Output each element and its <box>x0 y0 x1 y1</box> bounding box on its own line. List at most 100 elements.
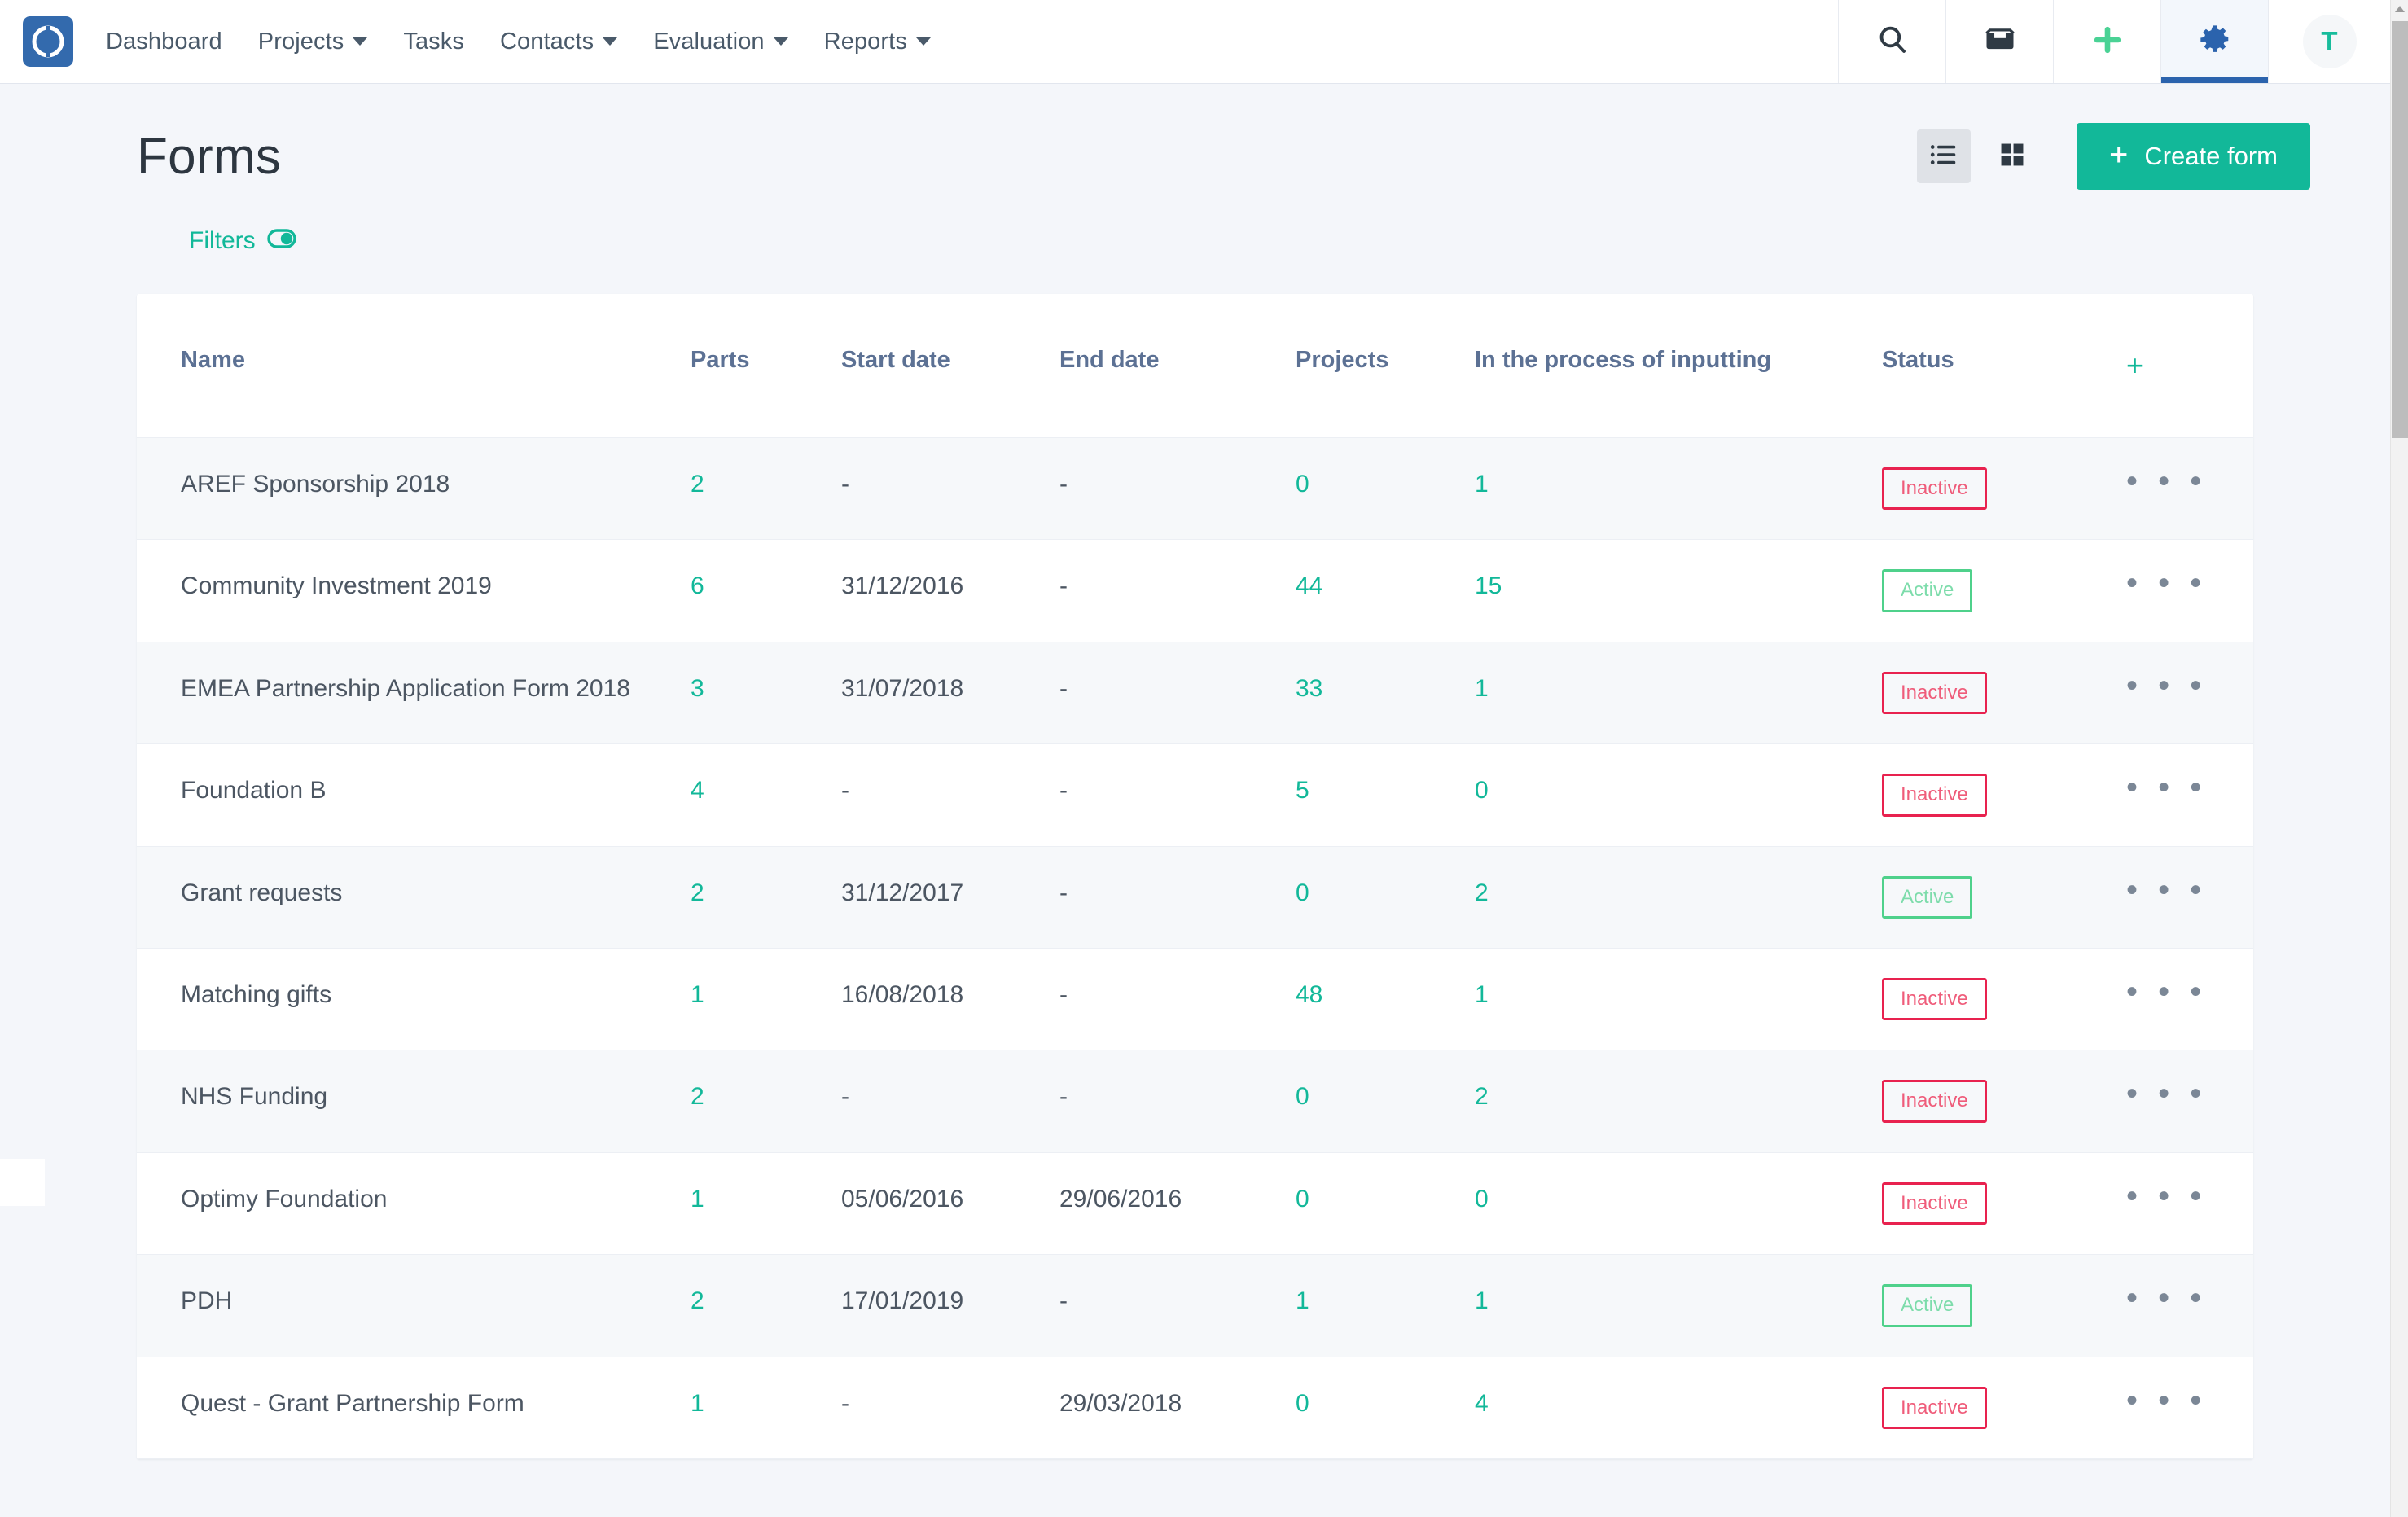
row-menu-ellipsis-icon[interactable]: • • • <box>2126 567 2207 599</box>
status-badge[interactable]: Inactive <box>1882 1182 1987 1225</box>
row-menu-ellipsis-icon[interactable]: • • • <box>2126 976 2207 1008</box>
row-menu-ellipsis-icon[interactable]: • • • <box>2126 874 2207 906</box>
inbox-button[interactable] <box>1945 0 2053 83</box>
cell-end-date-text: - <box>1059 879 1068 906</box>
optimy-ring-logo-icon[interactable] <box>23 16 73 67</box>
add-column-button[interactable]: + <box>2126 294 2253 439</box>
status-badge[interactable]: Inactive <box>1882 978 1987 1021</box>
search-button[interactable] <box>1838 0 1945 83</box>
cell-name: Optimy Foundation <box>137 1152 691 1256</box>
settings-button[interactable] <box>2160 0 2268 83</box>
cell-parts[interactable]: 1 <box>691 1152 841 1256</box>
status-badge[interactable]: Active <box>1882 875 1973 919</box>
cell-start-date: - <box>841 437 1059 541</box>
status-badge[interactable]: Inactive <box>1882 1386 1987 1429</box>
row-menu-ellipsis-icon[interactable]: • • • <box>2126 1282 2207 1314</box>
column-header-status[interactable]: Status <box>1882 294 2126 439</box>
cell-in-process[interactable]: 2 <box>1475 846 1882 949</box>
cell-in-process[interactable]: 1 <box>1475 1254 1882 1357</box>
add-button[interactable] <box>2053 0 2160 83</box>
cell-in-process[interactable]: 0 <box>1475 1152 1882 1256</box>
row-menu-ellipsis-icon[interactable]: • • • <box>2126 1077 2207 1110</box>
avatar[interactable]: T <box>2302 15 2357 68</box>
cell-projects[interactable]: 0 <box>1296 1357 1475 1459</box>
column-header-end-date[interactable]: End date <box>1059 294 1296 439</box>
scroll-thumb[interactable] <box>2392 21 2408 438</box>
cell-parts[interactable]: 2 <box>691 1254 841 1357</box>
table-row[interactable]: Quest - Grant Partnership Form 1 - 29/03/20… <box>137 1357 2253 1459</box>
status-badge[interactable]: Active <box>1882 569 1973 612</box>
cell-parts[interactable]: 1 <box>691 1357 841 1459</box>
cell-projects[interactable]: 0 <box>1296 1050 1475 1153</box>
status-badge[interactable]: Inactive <box>1882 1080 1987 1123</box>
user-menu[interactable]: T <box>2268 0 2390 83</box>
cell-projects[interactable]: 0 <box>1296 1152 1475 1256</box>
cell-projects[interactable]: 0 <box>1296 846 1475 949</box>
vertical-scrollbar[interactable] <box>2390 0 2408 1517</box>
cell-in-process[interactable]: 0 <box>1475 743 1882 847</box>
cell-projects-text: 0 <box>1296 1389 1309 1417</box>
cell-parts[interactable]: 2 <box>691 1050 841 1153</box>
cell-projects[interactable]: 0 <box>1296 437 1475 541</box>
cell-projects[interactable]: 33 <box>1296 642 1475 745</box>
cell-in-process[interactable]: 1 <box>1475 948 1882 1051</box>
cell-end-date: - <box>1059 743 1296 847</box>
table-row[interactable]: PDH 2 17/01/2019 - 1 1 Active • • • <box>137 1254 2253 1357</box>
create-form-button[interactable]: + Create form <box>2076 123 2310 190</box>
row-menu-ellipsis-icon[interactable]: • • • <box>2126 465 2207 498</box>
column-header-start-date[interactable]: Start date <box>841 294 1059 439</box>
cell-start-date-text: - <box>841 471 849 498</box>
cell-status: Inactive <box>1882 948 2126 1051</box>
cell-parts[interactable]: 2 <box>691 437 841 541</box>
table-row[interactable]: Foundation B 4 - - 5 0 Inactive • • • <box>137 743 2253 847</box>
status-badge[interactable]: Inactive <box>1882 774 1987 817</box>
grid-view-toggle[interactable] <box>1985 129 2039 183</box>
table-row[interactable]: AREF Sponsorship 2018 2 - - 0 1 Inactive • • • <box>137 437 2253 541</box>
cell-in-process[interactable]: 2 <box>1475 1050 1882 1153</box>
filters-toggle[interactable]: Filters <box>189 227 296 255</box>
cell-projects[interactable]: 44 <box>1296 539 1475 642</box>
nav-item-reports[interactable]: Reports <box>806 0 949 84</box>
status-badge[interactable]: Inactive <box>1882 671 1987 715</box>
cell-projects-text: 0 <box>1296 879 1309 906</box>
cell-projects[interactable]: 1 <box>1296 1254 1475 1357</box>
nav-item-contacts[interactable]: Contacts <box>482 0 635 84</box>
cell-parts[interactable]: 4 <box>691 743 841 847</box>
cell-start-date: 16/08/2018 <box>841 948 1059 1051</box>
cell-projects[interactable]: 5 <box>1296 743 1475 847</box>
row-menu-ellipsis-icon[interactable]: • • • <box>2126 1384 2207 1417</box>
table-row[interactable]: EMEA Partnership Application Form 2018 3 3… <box>137 642 2253 745</box>
table-row[interactable]: Grant requests 2 31/12/2017 - 0 2 Active • • • <box>137 846 2253 949</box>
nav-item-projects[interactable]: Projects <box>240 0 386 84</box>
column-header-projects[interactable]: Projects <box>1296 294 1475 439</box>
cell-in-process-text: 15 <box>1475 572 1502 600</box>
column-header-parts[interactable]: Parts <box>691 294 841 439</box>
brand[interactable] <box>0 0 88 83</box>
status-badge[interactable]: Active <box>1882 1284 1973 1327</box>
table-row[interactable]: Matching gifts 1 16/08/2018 - 48 1 Inactive • •… <box>137 948 2253 1051</box>
row-menu-ellipsis-icon[interactable]: • • • <box>2126 669 2207 702</box>
table-row[interactable]: NHS Funding 2 - - 0 2 Inactive • • • <box>137 1050 2253 1153</box>
row-menu-ellipsis-icon[interactable]: • • • <box>2126 1180 2207 1212</box>
list-view-toggle[interactable] <box>1916 129 1971 183</box>
cell-in-process[interactable]: 15 <box>1475 539 1882 642</box>
cell-projects[interactable]: 48 <box>1296 948 1475 1051</box>
table-row[interactable]: Optimy Foundation 1 05/06/2016 29/06/2016 0 0… <box>137 1152 2253 1256</box>
row-menu-ellipsis-icon[interactable]: • • • <box>2126 771 2207 804</box>
scroll-up-button[interactable] <box>2391 0 2408 18</box>
column-header-name[interactable]: Name <box>137 294 691 439</box>
cell-parts[interactable]: 1 <box>691 948 841 1051</box>
cell-start-date: 05/06/2016 <box>841 1152 1059 1256</box>
cell-parts[interactable]: 2 <box>691 846 841 949</box>
column-header-in-process[interactable]: In the process of inputting <box>1475 294 1882 439</box>
cell-in-process[interactable]: 1 <box>1475 437 1882 541</box>
cell-in-process[interactable]: 4 <box>1475 1357 1882 1459</box>
table-row[interactable]: Community Investment 2019 6 31/12/2016 - 44 1… <box>137 539 2253 642</box>
cell-parts[interactable]: 3 <box>691 642 841 745</box>
nav-item-tasks[interactable]: Tasks <box>385 0 482 84</box>
cell-in-process[interactable]: 1 <box>1475 642 1882 745</box>
nav-item-evaluation[interactable]: Evaluation <box>635 0 805 84</box>
status-badge[interactable]: Inactive <box>1882 467 1987 511</box>
nav-item-dashboard[interactable]: Dashboard <box>88 0 240 84</box>
cell-parts[interactable]: 6 <box>691 539 841 642</box>
